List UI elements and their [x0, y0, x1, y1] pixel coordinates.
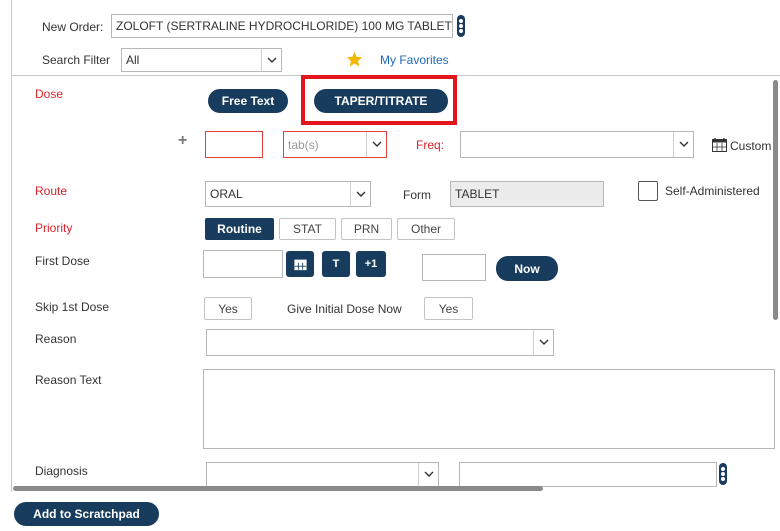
- plus-one-button[interactable]: +1: [356, 251, 386, 277]
- dose-label: Dose: [35, 87, 64, 101]
- reason-text-label: Reason Text: [35, 373, 102, 387]
- custom-link[interactable]: Custom: [730, 139, 771, 153]
- first-dose-date-input[interactable]: [203, 250, 283, 278]
- priority-stat-button[interactable]: STAT: [279, 218, 336, 240]
- reason-label: Reason: [35, 332, 77, 346]
- calendar-icon: [293, 259, 307, 270]
- highlight-box: [301, 75, 457, 125]
- diagnosis-label: Diagnosis: [35, 464, 88, 478]
- star-icon[interactable]: [346, 51, 363, 67]
- give-initial-dose-label: Give Initial Dose Now: [287, 302, 402, 316]
- self-administered-checkbox[interactable]: [638, 181, 658, 201]
- first-dose-label: First Dose: [35, 254, 90, 268]
- add-to-scratchpad-button[interactable]: Add to Scratchpad: [14, 502, 159, 526]
- form-value: TABLET: [455, 187, 500, 201]
- search-filter-label: Search Filter: [42, 53, 111, 67]
- route-value: ORAL: [210, 187, 243, 201]
- calendar-icon[interactable]: [712, 138, 727, 152]
- first-dose-time-input[interactable]: [422, 254, 486, 281]
- chevron-down-icon: [533, 330, 553, 355]
- reason-text-area[interactable]: [203, 369, 775, 449]
- now-button[interactable]: Now: [496, 256, 558, 281]
- calendar-button[interactable]: [286, 251, 314, 277]
- give-initial-dose-yes-button[interactable]: Yes: [424, 297, 473, 320]
- chevron-down-icon: [261, 49, 281, 71]
- priority-label: Priority: [35, 221, 73, 235]
- form-label: Form: [403, 188, 431, 202]
- freq-label: Freq:: [416, 138, 445, 152]
- priority-prn-button[interactable]: PRN: [341, 218, 392, 240]
- form-field: TABLET: [450, 181, 604, 207]
- dose-unit-value: tab(s): [288, 137, 319, 152]
- new-order-label: New Order:: [42, 20, 104, 34]
- skip-first-dose-label: Skip 1st Dose: [35, 300, 110, 314]
- dose-amount-input[interactable]: [205, 131, 263, 158]
- horizontal-scrollbar[interactable]: [13, 486, 543, 491]
- today-button[interactable]: T: [322, 251, 350, 277]
- vertical-scrollbar[interactable]: [773, 80, 778, 320]
- kebab-menu-icon[interactable]: [719, 463, 727, 485]
- kebab-menu-icon[interactable]: [457, 15, 465, 37]
- self-administered-label: Self-Administered: [665, 184, 760, 198]
- chevron-down-icon: [366, 132, 386, 157]
- diagnosis-text-input[interactable]: [459, 462, 717, 487]
- freq-select[interactable]: [460, 131, 694, 158]
- dose-unit-select[interactable]: tab(s): [283, 131, 387, 158]
- skip-first-dose-yes-button[interactable]: Yes: [204, 297, 252, 320]
- priority-other-button[interactable]: Other: [397, 218, 455, 240]
- diagnosis-select[interactable]: [206, 462, 439, 487]
- route-select[interactable]: ORAL: [205, 181, 371, 207]
- plus-icon[interactable]: +: [178, 132, 187, 150]
- free-text-button[interactable]: Free Text: [208, 89, 288, 113]
- reason-select[interactable]: [206, 329, 554, 356]
- chevron-down-icon: [673, 132, 693, 157]
- chevron-down-icon: [350, 182, 370, 206]
- new-order-value: ZOLOFT (SERTRALINE HYDROCHLORIDE) 100 MG…: [116, 19, 452, 33]
- priority-routine-button[interactable]: Routine: [205, 218, 274, 240]
- new-order-field[interactable]: ZOLOFT (SERTRALINE HYDROCHLORIDE) 100 MG…: [111, 14, 453, 38]
- chevron-down-icon: [418, 463, 438, 486]
- route-label: Route: [35, 184, 68, 198]
- my-favorites-link[interactable]: My Favorites: [380, 53, 449, 67]
- search-filter-select[interactable]: All: [121, 48, 282, 72]
- search-filter-value: All: [126, 53, 140, 67]
